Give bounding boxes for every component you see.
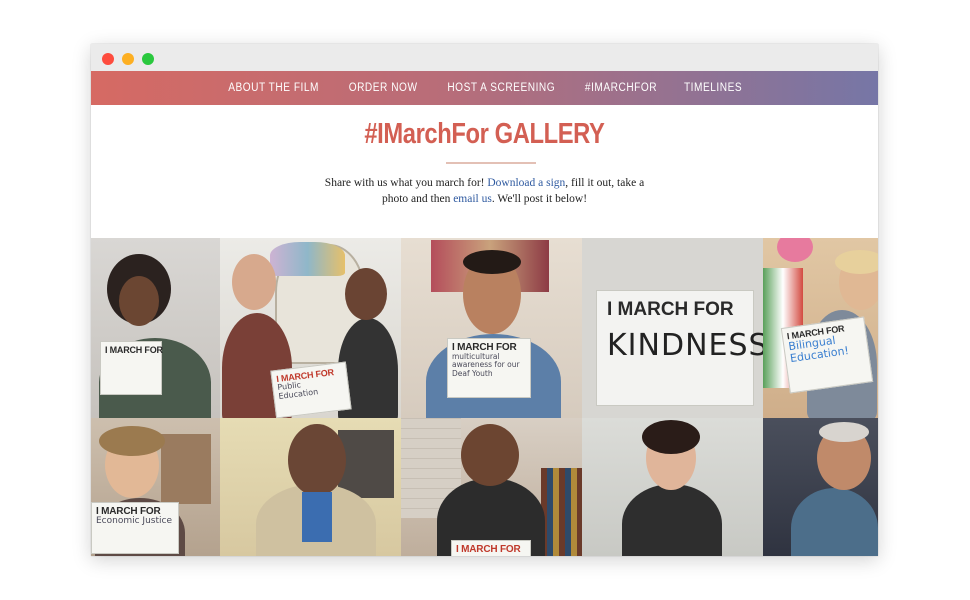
nav-imarchfor[interactable]: #IMARCHFOR	[585, 82, 657, 94]
protest-sign: I MARCH FOR Economic Justice	[91, 502, 179, 554]
person-hair	[463, 250, 521, 274]
pink-decoration	[777, 238, 813, 262]
nav-timelines[interactable]: TIMELINES	[684, 82, 742, 94]
person-figure	[622, 484, 722, 556]
gallery-photo[interactable]	[763, 418, 878, 556]
protest-sign: I MARCH FOR	[100, 341, 163, 395]
bookshelf	[541, 468, 582, 556]
nav-host-a-screening[interactable]: HOST A SCREENING	[447, 82, 555, 94]
gallery-photo[interactable]: I MARCH FOR Bilingual Education!	[763, 238, 878, 418]
protest-sign: I MARCH FOR Public Education	[270, 361, 352, 418]
office-shelf	[161, 434, 211, 504]
gallery-photo[interactable]: I MARCH FOR Public Education	[220, 238, 401, 418]
intro-prefix: Share with us what you march for!	[324, 177, 488, 189]
browser-window: ABOUT THE FILM ORDER NOW HOST A SCREENIN…	[91, 44, 878, 556]
person-head	[232, 254, 276, 310]
gallery-header: #IMarchFor GALLERY Share with us what yo…	[91, 105, 878, 238]
gallery-photo[interactable]	[582, 418, 763, 556]
title-divider	[446, 162, 536, 164]
nav-order-now[interactable]: ORDER NOW	[348, 82, 417, 94]
intro-suffix: . We'll post it below!	[491, 193, 588, 205]
intro-text: Share with us what you march for! Downlo…	[321, 175, 648, 207]
email-us-link[interactable]: email us	[453, 193, 492, 205]
mural-hat	[270, 242, 345, 276]
window-titlebar	[91, 44, 878, 71]
person-figure	[791, 488, 878, 556]
gallery-photo[interactable]: I MARCH FOR	[401, 418, 582, 556]
close-window-button[interactable]	[102, 53, 114, 65]
page-title: #IMarchFor GALLERY	[364, 118, 605, 150]
gallery-photo[interactable]: I MARCH FOR	[91, 238, 220, 418]
person-head	[288, 424, 346, 496]
gallery-photo[interactable]: I MARCH FOR KINDNESS	[582, 238, 763, 418]
gallery-photo[interactable]	[220, 418, 401, 556]
person-hair	[819, 422, 869, 442]
person-hair	[835, 250, 878, 274]
gallery-photo[interactable]: I MARCH FOR multicultural awareness for …	[401, 238, 582, 418]
protest-sign: I MARCH FOR KINDNESS	[596, 290, 763, 406]
person-head	[345, 268, 387, 320]
protest-sign: I MARCH FOR Bilingual Education!	[780, 316, 874, 394]
maximize-window-button[interactable]	[142, 53, 154, 65]
wall-poster	[338, 430, 394, 498]
photo-gallery: I MARCH FOR I MARCH FOR Public Education…	[91, 238, 878, 556]
gallery-photo[interactable]: I MARCH FOR Economic Justice	[91, 418, 220, 556]
protest-sign: I MARCH FOR	[451, 540, 531, 556]
nav-about-the-film[interactable]: ABOUT THE FILM	[229, 82, 320, 94]
main-navigation: ABOUT THE FILM ORDER NOW HOST A SCREENIN…	[91, 71, 878, 105]
minimize-window-button[interactable]	[122, 53, 134, 65]
person-face	[119, 276, 159, 326]
shirt-collar	[302, 492, 332, 542]
person-hair	[99, 426, 165, 456]
person-head	[461, 424, 519, 486]
person-hair	[642, 420, 700, 454]
protest-sign: I MARCH FOR multicultural awareness for …	[447, 338, 531, 398]
download-sign-link[interactable]: Download a sign	[487, 177, 565, 189]
